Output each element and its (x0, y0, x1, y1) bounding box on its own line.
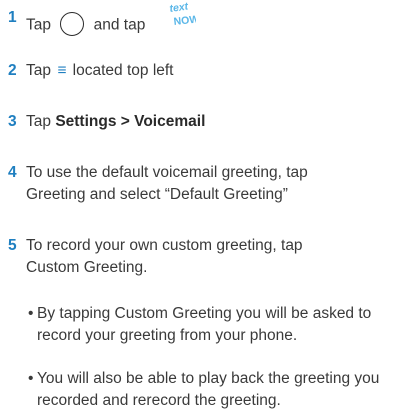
textnow-app-icon: text NOW (156, 0, 199, 38)
step-text: Tap (26, 62, 51, 79)
voicemail-label: Voicemail (134, 113, 206, 130)
step-number: 1 (8, 9, 17, 26)
app-icon-text-top: text (168, 1, 189, 15)
bullet-dot: • (28, 305, 34, 322)
step-number: 3 (8, 113, 17, 130)
step-2: 2 Tap ≡ located top left (8, 60, 399, 82)
step-5: 5 To record your own custom greeting, ta… (8, 235, 399, 279)
step-number: 4 (8, 164, 17, 181)
step-text: Tap (26, 113, 51, 130)
step-text: Tap (26, 16, 51, 34)
step-4: 4 To use the default voicemail greeting,… (8, 162, 399, 206)
bullet-dot: • (28, 370, 34, 387)
step-text: located top left (72, 62, 174, 79)
hamburger-menu-icon: ≡ (57, 62, 67, 79)
bullet-item: • By tapping Custom Greeting you will be… (28, 303, 399, 347)
bullet-text: You will also be able to play back the g… (37, 370, 380, 409)
step-number: 2 (8, 62, 17, 79)
app-icon-text-bottom: NOW (173, 13, 196, 28)
step-text: To use the default voicemail greeting, t… (26, 164, 308, 203)
step-text: and tap (93, 16, 146, 34)
settings-label: Settings (55, 113, 117, 130)
bullet-text: By tapping Custom Greeting you will be a… (37, 305, 372, 344)
separator: > (120, 113, 130, 130)
step-3: 3 Tap Settings > Voicemail (8, 111, 399, 133)
step-1: 1 Tap and tap text NOW (8, 0, 399, 44)
bullet-item: • You will also be able to play back the… (28, 368, 399, 412)
step-number: 5 (8, 237, 17, 254)
step-text: To record your own custom greeting, tap … (26, 237, 303, 276)
home-button-icon (60, 11, 85, 36)
